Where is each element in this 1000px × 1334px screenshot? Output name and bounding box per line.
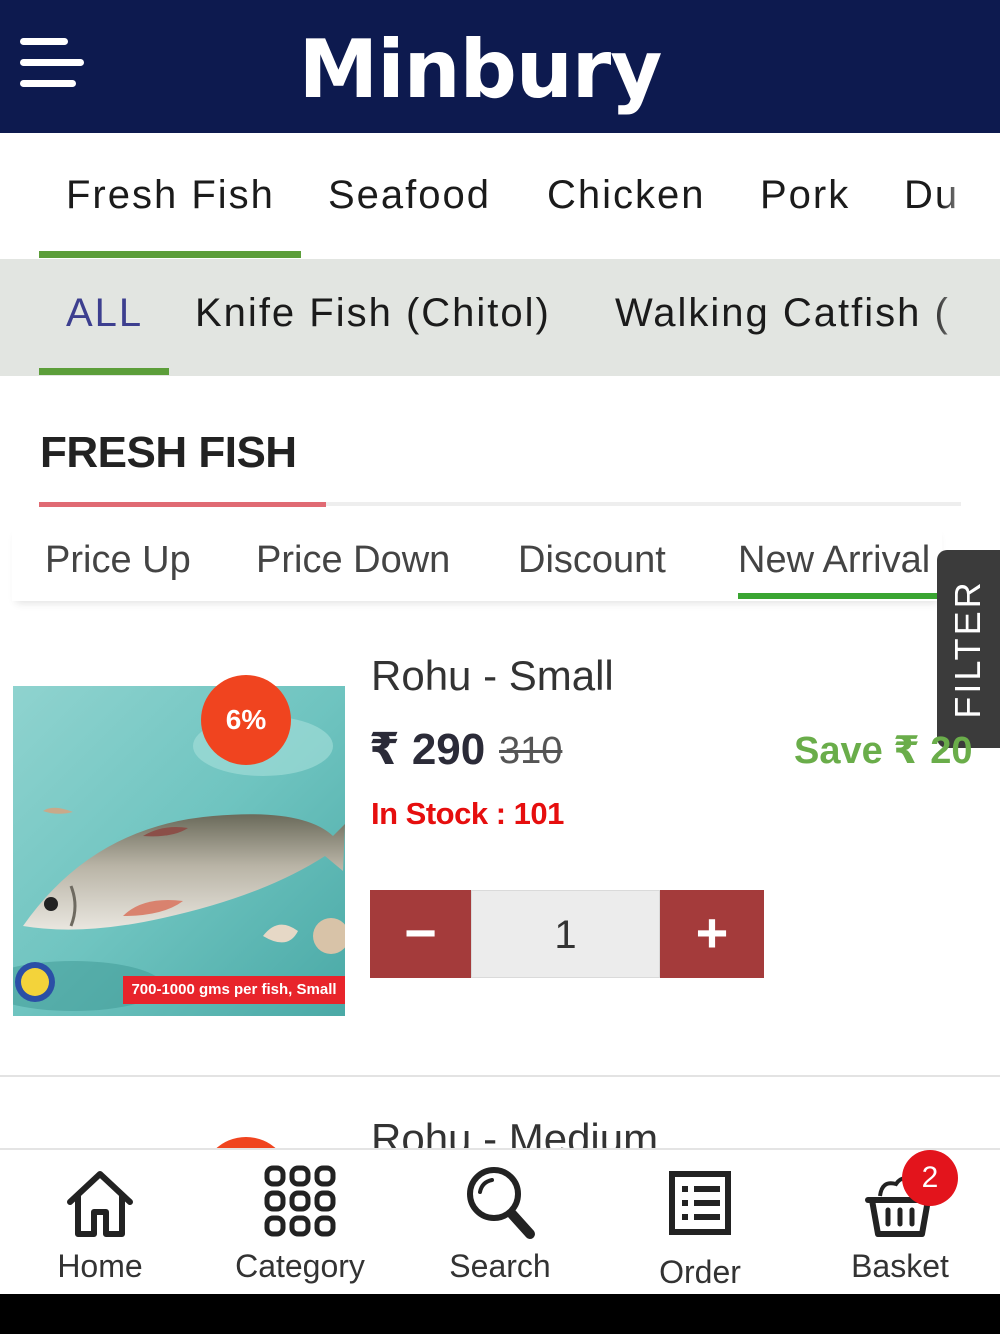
tab-pork[interactable]: Pork <box>760 173 850 218</box>
tab-fresh-fish[interactable]: Fresh Fish <box>66 173 275 218</box>
filter-label: FILTER <box>947 579 988 719</box>
image-caption: 700-1000 gms per fish, Small <box>131 981 337 998</box>
product-old-price: 310 <box>499 730 563 772</box>
nav-category[interactable]: Category <box>200 1150 400 1296</box>
subtab-all[interactable]: ALL <box>66 291 143 336</box>
sort-discount[interactable]: Discount <box>518 539 666 582</box>
product-divider <box>0 1075 1000 1077</box>
nav-order-label: Order <box>659 1254 741 1290</box>
increase-quantity-button[interactable]: + <box>660 890 764 978</box>
nav-basket-label: Basket <box>851 1248 949 1284</box>
home-icon <box>67 1171 133 1237</box>
nav-home[interactable]: Home <box>0 1150 200 1296</box>
nav-basket[interactable]: Basket <box>800 1150 1000 1296</box>
product-savings: Save ₹ 20 <box>794 730 973 772</box>
filter-button[interactable]: FILTER <box>937 550 1000 748</box>
product-price: ₹ 290 <box>369 725 486 774</box>
subcategory-tabs: ALL Knife Fish (Chitol) Walking Catfish … <box>0 259 1000 376</box>
stock-status: In Stock : 101 <box>371 796 564 831</box>
discount-badge: 6% <box>201 675 291 765</box>
fish-image-illustration <box>13 686 345 1016</box>
subtab-knife-fish[interactable]: Knife Fish (Chitol) <box>195 291 551 336</box>
bottom-navigation: Home Category Search Order Basket <box>0 1148 1000 1294</box>
active-tab-indicator <box>39 251 301 258</box>
nav-home-label: Home <box>57 1248 143 1284</box>
subtabs-fade <box>930 259 1000 376</box>
sort-bar: Price Up Price Down Discount New Arrival <box>12 525 942 601</box>
sort-price-up[interactable]: Price Up <box>45 539 191 582</box>
section-title-accent <box>39 502 326 507</box>
product-name[interactable]: Rohu - Small <box>371 652 614 700</box>
sort-price-down[interactable]: Price Down <box>256 539 450 582</box>
quantity-value: 1 <box>471 890 660 978</box>
tab-seafood[interactable]: Seafood <box>328 173 491 218</box>
product-image[interactable]: 700-1000 gms per fish, Small <box>13 686 345 1016</box>
sort-new-arrival[interactable]: New Arrival <box>738 539 930 582</box>
tabs-fade <box>940 133 1000 259</box>
quantity-stepper: − 1 + <box>370 890 764 978</box>
basket-count-badge: 2 <box>902 1150 958 1206</box>
nav-category-label: Category <box>235 1248 365 1284</box>
category-grid-icon <box>264 1165 336 1237</box>
decrease-quantity-button[interactable]: − <box>370 890 471 978</box>
subtab-walking-catfish[interactable]: Walking Catfish ( <box>615 291 950 336</box>
brand-logo[interactable]: Minbury <box>290 20 670 120</box>
app-header: Minbury <box>0 0 1000 133</box>
tab-chicken[interactable]: Chicken <box>547 173 706 218</box>
hamburger-menu-icon[interactable] <box>20 38 84 90</box>
nav-order[interactable]: Order <box>600 1150 800 1296</box>
section-title: FRESH FISH <box>40 428 297 477</box>
system-bar <box>0 1294 1000 1334</box>
order-list-icon <box>669 1171 731 1235</box>
nav-search-label: Search <box>449 1248 551 1284</box>
category-tabs: Fresh Fish Seafood Chicken Pork Du <box>0 133 1000 259</box>
search-icon <box>467 1167 535 1239</box>
active-sort-indicator <box>738 593 942 599</box>
active-subtab-indicator <box>39 368 169 375</box>
nav-search[interactable]: Search <box>400 1150 600 1296</box>
